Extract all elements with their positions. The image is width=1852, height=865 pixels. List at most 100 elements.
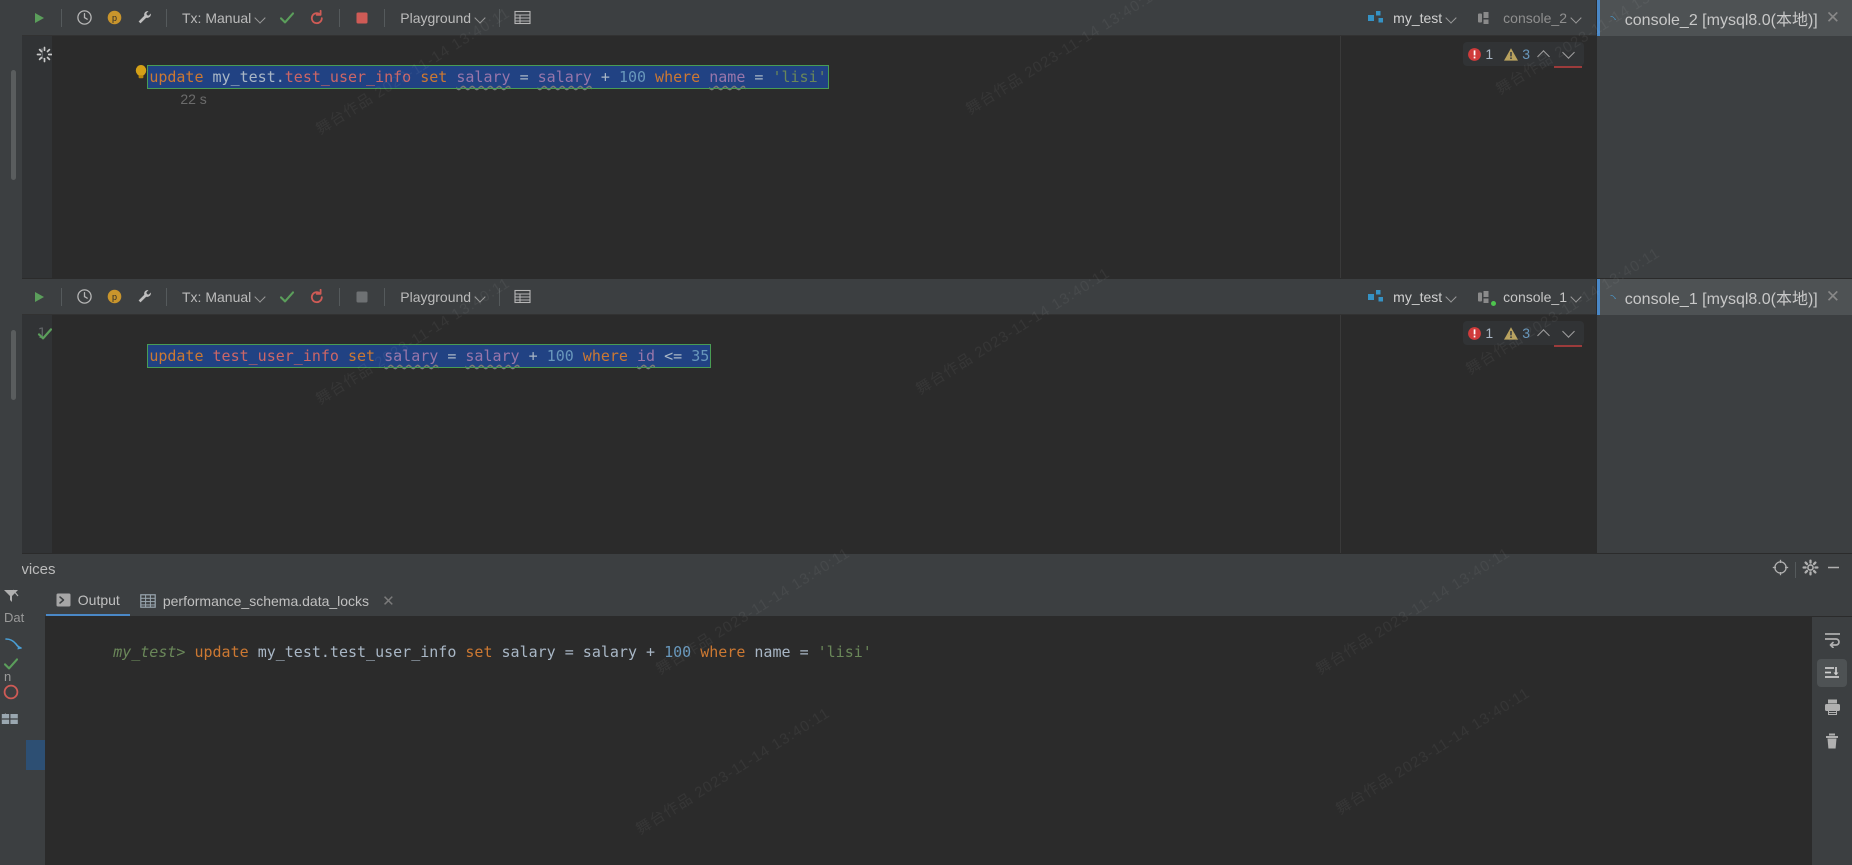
gear-icon[interactable]	[1802, 558, 1819, 581]
stop-square-icon[interactable]	[347, 4, 377, 32]
chevron-down-icon	[474, 11, 488, 25]
output-statement-text: my_test> update my_test.test_user_info s…	[113, 643, 872, 661]
profile-p-icon[interactable]: p	[99, 4, 129, 32]
output-log-line: my_test> update my_test.test_user_info s…	[45, 617, 1812, 679]
output-console-icon	[56, 593, 71, 606]
peek-selected-row[interactable]	[26, 740, 45, 770]
console-2-tab-column: console_2 [mysql8.0(本地)] ✕	[1596, 0, 1852, 306]
history-clock-icon[interactable]	[69, 283, 99, 311]
chevron-down-icon[interactable]	[1558, 323, 1580, 343]
database-icon	[1361, 283, 1391, 311]
chevron-down-icon[interactable]	[1445, 290, 1459, 304]
wrench-icon[interactable]	[129, 4, 159, 32]
error-circle-icon	[1468, 47, 1482, 61]
editor-minimap-strip	[1340, 36, 1596, 278]
tx-mode-label: Tx: Manual	[182, 288, 252, 305]
wrench-icon[interactable]	[129, 283, 159, 311]
toolbar-separator	[166, 8, 167, 27]
soft-wrap-button[interactable]	[1817, 625, 1847, 653]
tab-title: console_2 [mysql8.0(本地)]	[1624, 12, 1818, 29]
left-strip-rollback-icon[interactable]	[2, 683, 20, 706]
run-play-icon[interactable]	[24, 283, 54, 311]
chevron-down-icon[interactable]	[1558, 44, 1580, 64]
error-stripe-marker[interactable]	[1554, 66, 1582, 68]
chevron-down-icon[interactable]	[1445, 11, 1459, 25]
history-clock-icon[interactable]	[69, 4, 99, 32]
toolbar-separator	[1795, 561, 1796, 578]
chevron-up-icon[interactable]	[1533, 323, 1555, 343]
session-active-dot	[1491, 300, 1497, 306]
toolbar-separator	[339, 8, 341, 27]
editor-minimap-strip	[1340, 315, 1596, 553]
run-play-icon[interactable]	[24, 4, 54, 32]
peek-label: Dat	[4, 610, 25, 625]
sql-selection-console-1[interactable]: update test_user_info set salary = salar…	[147, 344, 712, 368]
left-strip-filter-icon[interactable]	[2, 588, 20, 609]
print-button[interactable]	[1817, 693, 1847, 721]
tab-title: console_1 [mysql8.0(本地)]	[1624, 291, 1818, 308]
running-spinner-icon	[36, 46, 53, 68]
output-console-pane[interactable]: my_test> update my_test.test_user_info s…	[45, 617, 1812, 865]
left-strip-grid-icon[interactable]	[1, 712, 19, 732]
chevron-up-icon[interactable]	[1533, 44, 1555, 64]
sql-selection-console-2[interactable]: update my_test.test_user_info set salary…	[147, 65, 829, 89]
commit-check-icon[interactable]	[272, 283, 302, 311]
close-x-icon[interactable]: ✕	[1826, 8, 1840, 28]
schema-selector[interactable]: Playground	[392, 4, 492, 32]
ide-window: p Tx: Manual Playground my_test console_…	[0, 0, 1852, 865]
tab-console-2[interactable]: console_2 [mysql8.0(本地)] ✕	[1597, 0, 1852, 36]
services-content-tabs: » Output performance_schema.data_locks ✕	[0, 585, 1852, 617]
chevron-down-icon[interactable]	[1570, 290, 1584, 304]
output-actions-sidebar	[1812, 617, 1852, 865]
tab-performance-schema-data-locks[interactable]: performance_schema.data_locks ✕	[130, 586, 405, 616]
error-stripe-marker[interactable]	[1554, 345, 1582, 347]
rollback-icon[interactable]	[302, 283, 332, 311]
intention-bulb-icon[interactable]	[134, 64, 148, 85]
toolbar-separator	[499, 287, 501, 306]
editor-vertical-scrollbar[interactable]	[11, 70, 16, 180]
toolbar-separator	[166, 287, 167, 306]
tx-mode-selector[interactable]: Tx: Manual	[174, 283, 272, 311]
datasource-label: my_test	[1393, 288, 1443, 305]
data-grid-icon[interactable]	[507, 4, 537, 32]
inspection-widget-console-2[interactable]: 1 3	[1463, 42, 1584, 66]
toolbar-separator	[339, 287, 341, 306]
schema-selector[interactable]: Playground	[392, 283, 492, 311]
scroll-to-end-button[interactable]	[1817, 659, 1847, 687]
warning-triangle-icon	[1504, 326, 1519, 340]
error-count: 1	[1485, 46, 1494, 62]
mysql-dolphin-icon	[1610, 16, 1617, 20]
peek-row-dolphin[interactable]	[0, 627, 45, 658]
clear-all-button[interactable]	[1817, 727, 1847, 755]
tab-body-console-1	[1597, 315, 1852, 581]
toolbar-separator	[61, 287, 62, 306]
close-x-icon[interactable]: ✕	[1826, 287, 1840, 307]
datasource-label: my_test	[1393, 9, 1443, 26]
svg-text:p: p	[111, 13, 116, 23]
console-panel-console-1: p Tx: Manual Playground my_test console_…	[0, 279, 1596, 553]
chevron-down-icon	[254, 11, 268, 25]
console-1-editor[interactable]: 1 update test_user_info set salary = sal…	[0, 315, 1596, 553]
tx-mode-selector[interactable]: Tx: Manual	[174, 4, 272, 32]
minimize-icon[interactable]	[1825, 559, 1842, 581]
data-grid-icon[interactable]	[507, 283, 537, 311]
tab-console-1[interactable]: console_1 [mysql8.0(本地)] ✕	[1597, 279, 1852, 315]
chevron-down-icon[interactable]	[1570, 11, 1584, 25]
database-icon	[1361, 4, 1391, 32]
inspection-widget-console-1[interactable]: 1 3	[1463, 321, 1584, 345]
editor-vertical-scrollbar[interactable]	[11, 330, 16, 400]
stop-square-icon	[347, 283, 377, 311]
mysql-dolphin-icon	[1610, 295, 1617, 299]
services-tool-window-header: ervices	[0, 553, 1852, 585]
locate-target-icon[interactable]	[1772, 559, 1789, 581]
left-strip-commit-icon[interactable]	[2, 655, 20, 678]
commit-check-icon[interactable]	[272, 4, 302, 32]
console-2-editor[interactable]: 1 update my_test.test_user_info set sala…	[0, 36, 1596, 278]
tab-output[interactable]: Output	[45, 586, 130, 616]
toolbar-separator	[384, 8, 386, 27]
tx-mode-label: Tx: Manual	[182, 9, 252, 26]
schema-label: Playground	[400, 288, 472, 305]
profile-p-icon[interactable]: p	[99, 283, 129, 311]
close-x-icon[interactable]: ✕	[382, 592, 395, 610]
rollback-icon[interactable]	[302, 4, 332, 32]
